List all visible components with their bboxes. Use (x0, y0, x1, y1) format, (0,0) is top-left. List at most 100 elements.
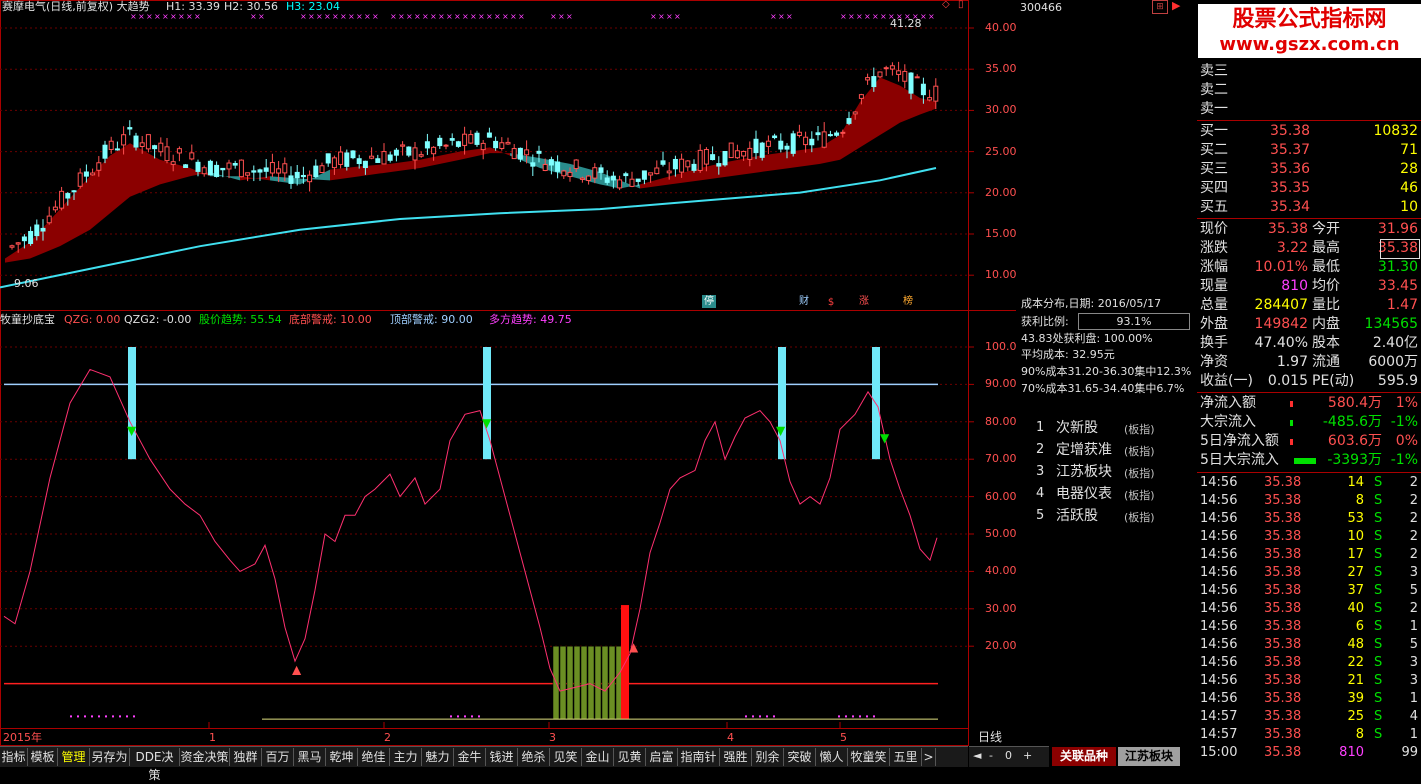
candle-body (610, 175, 616, 181)
marker-x: × (390, 12, 397, 21)
indicator-tab[interactable]: 强胜 (720, 748, 752, 766)
indicator-tab[interactable]: 懒人 (816, 748, 848, 766)
indicator-tab[interactable]: 启富 (646, 748, 678, 766)
period-label[interactable]: 日线 (978, 731, 1002, 744)
event-marker-finance[interactable]: 财 (797, 295, 811, 308)
candle-body (77, 172, 83, 187)
indicator-tab[interactable]: 模板 (28, 748, 58, 766)
stat-label: 收益(一) (1200, 373, 1253, 389)
event-marker-halt[interactable]: 停 (702, 295, 716, 308)
indicator-tab[interactable]: 资金决策 (180, 748, 230, 766)
marker-x: × (186, 12, 193, 21)
candle-body (406, 146, 412, 156)
nav-minus-button[interactable]: - (989, 749, 993, 762)
marker-x: × (348, 12, 355, 21)
candle-body (412, 147, 418, 161)
marker-dot (450, 715, 452, 718)
indicator-tab[interactable]: 五里 (890, 748, 922, 766)
indicator-tab[interactable]: 金牛 (454, 748, 486, 766)
tab-jiangsu-sector[interactable]: 江苏板块 (1118, 747, 1180, 766)
trade-time: 14:56 (1200, 637, 1238, 652)
chart-area[interactable]: × × × × × × × × × × × × × × × × × × × × × × × × × × × × × × × × × × × × × × × ×… (0, 0, 1016, 746)
indicator-tab[interactable]: 管理 (58, 748, 90, 766)
indicator-tab[interactable]: > (922, 748, 936, 766)
trade-time: 14:57 (1200, 727, 1238, 742)
toggle-icon[interactable]: ⊞ (1152, 0, 1168, 14)
indicator-tab-bar: 指标 模板 管理 另存为 DDE决策 资金决策 独群 百万 黑马 乾坤 绝佳 主力 魅力 金牛 钱进 绝杀 见笑… (0, 746, 968, 782)
h1-value: H1: 33.39 (166, 0, 220, 13)
indicator-tab[interactable]: 指标 (0, 748, 28, 766)
indicator-tab[interactable]: 突破 (784, 748, 816, 766)
nav-zero-button[interactable]: 0 (1005, 749, 1012, 762)
related-sector-name[interactable]: 电器仪表 (1056, 486, 1112, 502)
indicator-tab[interactable]: 乾坤 (326, 748, 358, 766)
candle-body (617, 179, 623, 189)
stat-value: 31.30 (1377, 259, 1418, 275)
event-marker-ranking[interactable]: 榜 (901, 295, 915, 308)
bottom-zone-bar (580, 645, 588, 720)
related-sector-name[interactable]: 定增获准 (1056, 442, 1112, 458)
trade-time: 14:56 (1200, 583, 1238, 598)
collapse-icon[interactable]: ▯ (958, 0, 968, 10)
candle-body (176, 148, 182, 154)
marker-x: × (332, 12, 339, 21)
candle-body (307, 174, 313, 183)
indicator-tab[interactable]: 别余 (752, 748, 784, 766)
diamond-icon[interactable]: ◇ (942, 0, 954, 10)
flow-label: 净流入额 (1200, 395, 1256, 411)
candle-body (46, 215, 52, 224)
indicator-tab[interactable]: 金山 (582, 748, 614, 766)
highlight-box (1380, 239, 1420, 259)
indicator-tab[interactable]: 黑马 (294, 748, 326, 766)
nav-plus-button[interactable]: + (1023, 749, 1032, 762)
related-sector-name[interactable]: 江苏板块 (1056, 464, 1112, 480)
buy-row: 买二 35.37 71 (1198, 141, 1420, 160)
marker-x: × (146, 12, 153, 21)
event-marker-dollar[interactable]: $ (826, 296, 836, 309)
flow-value: -485.6万 (1322, 414, 1382, 430)
indicator-tab[interactable]: 钱进 (486, 748, 518, 766)
candle-body (871, 76, 877, 88)
indicator-tab[interactable]: 独群 (230, 748, 262, 766)
candle-body (734, 150, 740, 159)
main-y-tick: 25.00 (985, 144, 1017, 158)
expand-arrow-icon[interactable]: ▶ (1172, 0, 1182, 12)
trade-vol: 39 (1347, 691, 1364, 706)
indicator-tab[interactable]: 牧童笑 (848, 748, 890, 766)
trade-vol: 14 (1347, 475, 1364, 490)
quote-stat-row: 现量 810 均价 33.45 (1198, 277, 1420, 296)
x-label-1: 1 (209, 731, 216, 744)
indicator-tab[interactable]: DDE决策 (130, 748, 180, 782)
indicator-tab[interactable]: 绝佳 (358, 748, 390, 766)
marker-x: × (194, 12, 201, 21)
indicator-tab[interactable]: 百万 (262, 748, 294, 766)
related-sector-name[interactable]: 活跃股 (1056, 508, 1098, 524)
indicator-tab[interactable]: 另存为 (90, 748, 130, 766)
indicator-tab[interactable]: 见黄 (614, 748, 646, 766)
nav-left-button[interactable]: ◄ (973, 749, 981, 762)
candle-body (21, 236, 27, 242)
indicator-tab[interactable]: 指南针 (678, 748, 720, 766)
candle-body (133, 135, 139, 148)
marker-x: × (650, 12, 657, 21)
stat-value: 595.9 (1377, 373, 1418, 389)
indicator-tab[interactable]: 魅力 (422, 748, 454, 766)
event-marker-limit-up[interactable]: 涨 (857, 295, 871, 308)
indicator-tab[interactable]: 绝杀 (518, 748, 550, 766)
candle-body (542, 164, 548, 172)
buy-row: 买五 35.34 10 (1198, 198, 1420, 217)
top-signal-bar (778, 347, 786, 460)
trade-bs: S (1374, 511, 1383, 526)
signal-arrow: ▼ (880, 431, 890, 445)
tab-related-products[interactable]: 关联品种 (1052, 747, 1116, 766)
stat-label: 外盘 (1200, 316, 1228, 332)
indicator-tab[interactable]: 主力 (390, 748, 422, 766)
trade-n: 2 (1409, 511, 1418, 526)
candle-body (34, 224, 40, 237)
trade-time: 14:56 (1200, 673, 1238, 688)
candle-body (511, 148, 517, 160)
indicator-tab[interactable]: 见笑 (550, 748, 582, 766)
related-sector-tag: (板指) (1124, 423, 1155, 436)
flow-pct: -1% (1390, 452, 1418, 468)
related-sector-name[interactable]: 次新股 (1056, 420, 1098, 436)
